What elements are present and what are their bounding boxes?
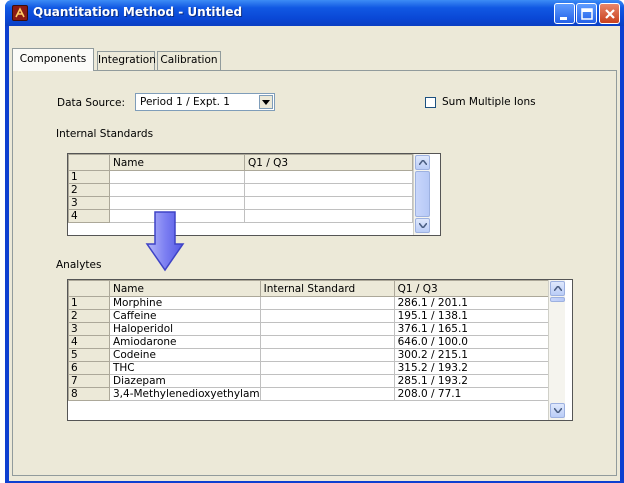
table-row[interactable]: 7 Diazepam 285.1 / 193.2 [68,374,563,388]
column-header-q1q3[interactable]: Q1 / Q3 [393,280,563,297]
q1q3-cell[interactable]: 300.2 / 215.1 [393,348,563,362]
internal-standard-cell[interactable] [259,296,395,310]
internal-standards-grid[interactable]: Name Q1 / Q3 1 2 3 4 [67,153,441,236]
row-number: 3 [68,322,110,336]
window-title: Quantitation Method - Untitled [33,5,243,19]
analytes-scrollbar[interactable] [548,280,565,420]
title-bar[interactable]: Quantitation Method - Untitled [5,0,624,26]
corner-cell [68,154,110,171]
table-row[interactable]: 1 [68,170,413,184]
sum-multiple-ions-label: Sum Multiple Ions [442,96,536,108]
internal-standard-cell[interactable] [259,348,395,362]
internal-standards-scrollbar[interactable] [413,154,430,235]
row-number: 1 [68,170,110,184]
q1q3-cell[interactable] [244,209,413,223]
table-row[interactable]: 2 [68,183,413,197]
tab-integration[interactable]: Integration [97,51,156,70]
column-header-name[interactable]: Name [109,280,261,297]
table-row[interactable]: 4 [68,209,413,223]
internal-standard-cell[interactable] [259,374,395,388]
row-number: 4 [68,209,110,223]
internal-standards-heading: Internal Standards [56,128,154,140]
internal-standard-cell[interactable] [259,361,395,375]
internal-standard-cell[interactable] [259,322,395,336]
table-row[interactable]: 8 3,4-Methylenedioxyethylam 208.0 / 77.1 [68,387,563,401]
q1q3-cell[interactable]: 315.2 / 193.2 [393,361,563,375]
name-cell[interactable]: Codeine [109,348,261,362]
internal-standard-cell[interactable] [259,309,395,323]
corner-cell [68,280,110,297]
row-number: 3 [68,196,110,210]
q1q3-cell[interactable]: 286.1 / 201.1 [393,296,563,310]
name-cell[interactable] [109,170,245,184]
name-cell[interactable]: 3,4-Methylenedioxyethylam [109,387,261,401]
row-number: 2 [68,309,110,323]
name-cell[interactable]: Haloperidol [109,322,261,336]
q1q3-cell[interactable]: 646.0 / 100.0 [393,335,563,349]
row-number: 6 [68,361,110,375]
q1q3-cell[interactable]: 376.1 / 165.1 [393,322,563,336]
close-button[interactable] [599,3,620,24]
table-row[interactable]: 5 Codeine 300.2 / 215.1 [68,348,563,362]
scroll-thumb[interactable] [415,171,430,217]
tab-components[interactable]: Components [12,48,94,71]
sum-multiple-ions-checkbox[interactable] [425,97,436,108]
scroll-thumb[interactable] [550,297,565,302]
q1q3-cell[interactable]: 285.1 / 193.2 [393,374,563,388]
name-cell[interactable]: Diazepam [109,374,261,388]
tab-calibration[interactable]: Calibration [157,51,221,70]
analytes-heading: Analytes [56,259,102,271]
q1q3-cell[interactable]: 195.1 / 138.1 [393,309,563,323]
table-row[interactable]: 6 THC 315.2 / 193.2 [68,361,563,375]
table-row[interactable]: 4 Amiodarone 646.0 / 100.0 [68,335,563,349]
row-number: 8 [68,387,110,401]
q1q3-cell[interactable]: 208.0 / 77.1 [393,387,563,401]
row-number: 2 [68,183,110,197]
q1q3-cell[interactable] [244,170,413,184]
table-row[interactable]: 2 Caffeine 195.1 / 138.1 [68,309,563,323]
table-row[interactable]: 1 Morphine 286.1 / 201.1 [68,296,563,310]
app-icon [12,5,28,21]
name-cell[interactable] [109,196,245,210]
scroll-down-icon[interactable] [550,403,565,418]
row-number: 7 [68,374,110,388]
data-source-label: Data Source: [57,97,126,109]
data-source-dropdown[interactable]: Period 1 / Expt. 1 [135,93,275,111]
row-number: 1 [68,296,110,310]
column-header-name[interactable]: Name [109,154,245,171]
quantitation-method-window: Quantitation Method - Untitled Component… [5,0,624,483]
name-cell[interactable]: Amiodarone [109,335,261,349]
column-header-internal-standard[interactable]: Internal Standard [259,280,395,297]
maximize-button[interactable] [576,3,597,24]
name-cell[interactable]: Morphine [109,296,261,310]
row-number: 4 [68,335,110,349]
internal-standard-cell[interactable] [259,387,395,401]
row-number: 5 [68,348,110,362]
analytes-grid[interactable]: Name Internal Standard Q1 / Q3 1 Morphin… [67,279,573,421]
q1q3-cell[interactable] [244,196,413,210]
internal-standard-cell[interactable] [259,335,395,349]
scroll-up-icon[interactable] [415,155,430,170]
data-source-value: Period 1 / Expt. 1 [140,96,230,108]
name-cell[interactable] [109,183,245,197]
q1q3-cell[interactable] [244,183,413,197]
chevron-down-icon[interactable] [259,95,273,109]
minimize-button[interactable] [554,3,575,24]
name-cell[interactable]: Caffeine [109,309,261,323]
table-row[interactable]: 3 Haloperidol 376.1 / 165.1 [68,322,563,336]
table-row[interactable]: 3 [68,196,413,210]
scroll-up-icon[interactable] [550,281,565,296]
down-arrow-annotation-icon [145,211,185,272]
scroll-down-icon[interactable] [415,218,430,233]
column-header-q1q3[interactable]: Q1 / Q3 [244,154,413,171]
name-cell[interactable]: THC [109,361,261,375]
